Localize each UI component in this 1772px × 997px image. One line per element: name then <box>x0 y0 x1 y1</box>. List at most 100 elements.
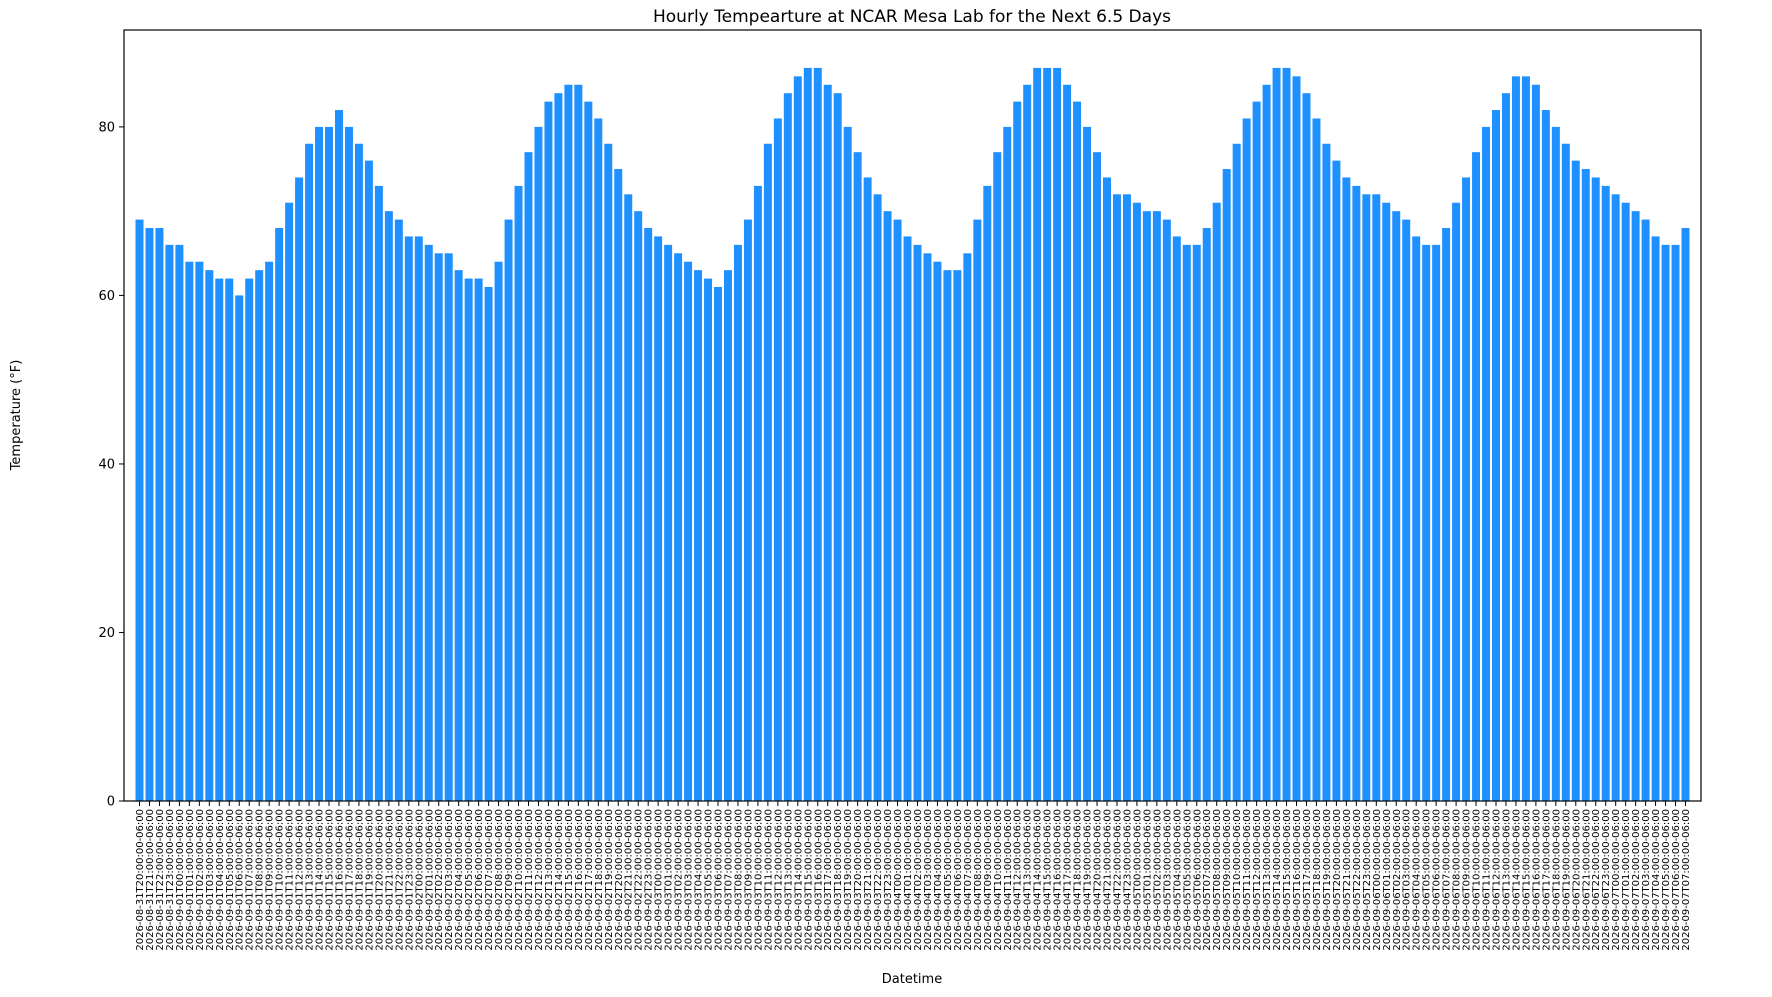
bar <box>245 278 254 801</box>
bar <box>1501 93 1510 801</box>
bar <box>953 270 962 801</box>
bar <box>624 194 633 801</box>
bar <box>1132 202 1141 802</box>
bar <box>1671 244 1680 801</box>
bar <box>1202 228 1211 801</box>
bar <box>1142 211 1151 801</box>
bar <box>424 244 433 801</box>
bar <box>574 84 583 801</box>
bar <box>1581 169 1590 801</box>
y-tick-label: 80 <box>98 120 115 135</box>
y-tick-label: 60 <box>98 289 115 304</box>
bar <box>1162 219 1171 802</box>
bar <box>524 152 533 801</box>
bar <box>1402 219 1411 802</box>
bar <box>554 93 563 801</box>
bar <box>1063 84 1072 801</box>
bar <box>155 228 164 801</box>
bar <box>1262 84 1271 801</box>
bar <box>723 270 732 801</box>
bar <box>763 143 772 801</box>
bar <box>504 219 513 802</box>
bar <box>1462 177 1471 801</box>
bar <box>833 93 842 801</box>
bar <box>1312 118 1321 802</box>
x-axis-label: Datetime <box>882 972 942 987</box>
y-tick-label: 0 <box>107 795 115 810</box>
bar <box>644 228 653 801</box>
bar <box>145 228 154 801</box>
bar <box>325 126 333 801</box>
bar <box>1282 67 1291 802</box>
bar <box>454 270 463 801</box>
bar <box>295 177 304 801</box>
bar <box>484 287 493 801</box>
bar <box>853 152 862 801</box>
bar <box>1322 143 1331 801</box>
bar <box>753 185 762 801</box>
y-tick-label: 20 <box>98 626 115 641</box>
bar <box>1551 126 1560 801</box>
bar <box>1103 177 1111 801</box>
bar <box>275 228 284 801</box>
bar <box>185 261 194 802</box>
bar <box>943 270 952 801</box>
bar <box>793 76 802 802</box>
bar <box>1352 185 1361 801</box>
bar <box>1292 76 1301 802</box>
bar <box>773 118 782 802</box>
bar <box>604 143 613 801</box>
bar <box>1601 185 1610 801</box>
bar <box>1122 194 1131 801</box>
bar <box>1611 194 1620 801</box>
bar <box>1093 152 1102 801</box>
bar <box>135 219 144 802</box>
bar <box>1412 236 1421 801</box>
bar <box>1541 110 1550 802</box>
bar <box>1222 169 1231 801</box>
bar <box>1422 244 1431 801</box>
bar <box>1242 118 1251 802</box>
bar <box>1083 126 1092 801</box>
bar <box>1013 101 1022 802</box>
bar <box>1571 160 1580 802</box>
bar <box>664 244 673 801</box>
bar <box>733 244 742 801</box>
bar <box>1003 126 1012 801</box>
bar <box>1073 101 1082 802</box>
bar <box>963 253 972 802</box>
bar <box>1342 177 1351 801</box>
bar <box>923 253 932 802</box>
bar <box>474 278 483 801</box>
bar <box>973 219 982 802</box>
bar <box>1561 143 1570 801</box>
bar <box>1482 126 1491 801</box>
bar <box>694 270 703 801</box>
bar <box>743 219 752 802</box>
bar <box>1252 101 1261 802</box>
bar <box>684 261 693 802</box>
bar <box>1511 76 1520 802</box>
bar <box>614 169 623 801</box>
bar <box>434 253 443 802</box>
x-axis: 2026-08-31T20:00:00-06:002026-08-31T21:0… <box>135 801 1692 951</box>
bar <box>1472 152 1481 801</box>
bar <box>863 177 872 801</box>
chart-title: Hourly Tempearture at NCAR Mesa Lab for … <box>653 7 1171 27</box>
bar <box>464 278 473 801</box>
y-axis-label: Temperature (°F) <box>9 360 24 472</box>
bar <box>175 244 184 801</box>
bar <box>594 118 603 802</box>
bar <box>843 126 852 801</box>
bar <box>813 67 822 802</box>
bar <box>414 236 423 801</box>
bars-group <box>135 67 1690 802</box>
bar <box>315 126 324 801</box>
bar <box>285 202 294 802</box>
bar <box>1621 202 1630 802</box>
bar <box>205 270 214 801</box>
bar <box>334 110 343 802</box>
bar <box>1232 143 1241 801</box>
bar <box>654 236 663 801</box>
bar <box>384 211 393 801</box>
